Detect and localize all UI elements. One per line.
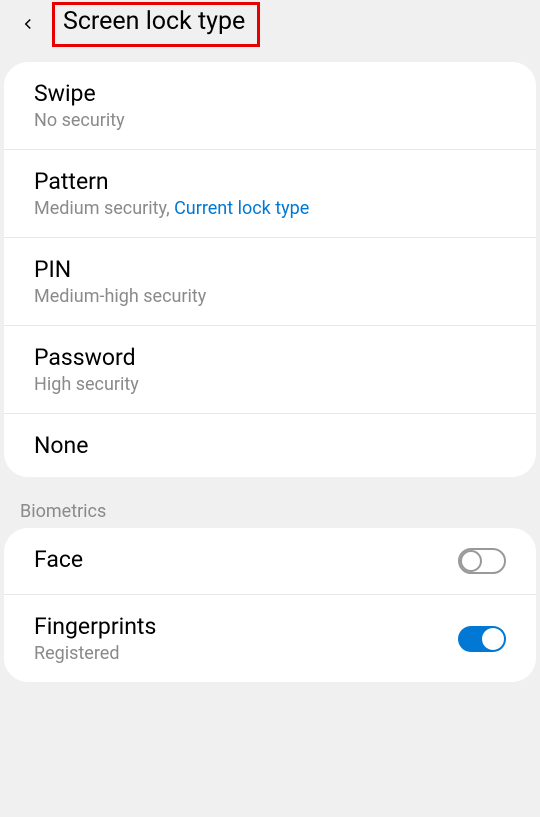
face-toggle[interactable] bbox=[458, 548, 506, 574]
option-title: Face bbox=[34, 546, 458, 573]
section-biometrics: Biometrics bbox=[0, 477, 540, 528]
option-subtitle: Medium-high security bbox=[34, 286, 506, 307]
lock-option-password[interactable]: Password High security bbox=[4, 326, 536, 414]
option-subtitle: Registered bbox=[34, 643, 458, 664]
option-subtitle: High security bbox=[34, 374, 506, 395]
back-button[interactable] bbox=[12, 8, 44, 40]
lock-option-swipe[interactable]: Swipe No security bbox=[4, 62, 536, 150]
lock-option-none[interactable]: None bbox=[4, 414, 536, 477]
lock-options-card: Swipe No security Pattern Medium securit… bbox=[4, 62, 536, 477]
option-title: Fingerprints bbox=[34, 613, 458, 640]
fingerprints-toggle[interactable] bbox=[458, 626, 506, 652]
lock-option-pattern[interactable]: Pattern Medium security, Current lock ty… bbox=[4, 150, 536, 238]
option-title: Swipe bbox=[34, 80, 506, 107]
option-title: PIN bbox=[34, 256, 506, 283]
chevron-left-icon bbox=[19, 15, 37, 33]
page-title: Screen lock type bbox=[63, 7, 245, 36]
option-subtitle: Medium security, Current lock type bbox=[34, 198, 506, 219]
current-lock-link: Current lock type bbox=[174, 198, 309, 219]
option-subtitle: No security bbox=[34, 110, 506, 131]
biometrics-card: Face Fingerprints Registered bbox=[4, 528, 536, 682]
toggle-knob bbox=[460, 550, 482, 572]
lock-option-pin[interactable]: PIN Medium-high security bbox=[4, 238, 536, 326]
toggle-knob bbox=[482, 628, 504, 650]
title-highlight-box: Screen lock type bbox=[52, 2, 260, 47]
biometric-option-face[interactable]: Face bbox=[4, 528, 536, 595]
option-title: Pattern bbox=[34, 168, 506, 195]
biometric-option-fingerprints[interactable]: Fingerprints Registered bbox=[4, 595, 536, 682]
option-title: Password bbox=[34, 344, 506, 371]
option-title: None bbox=[34, 432, 506, 459]
